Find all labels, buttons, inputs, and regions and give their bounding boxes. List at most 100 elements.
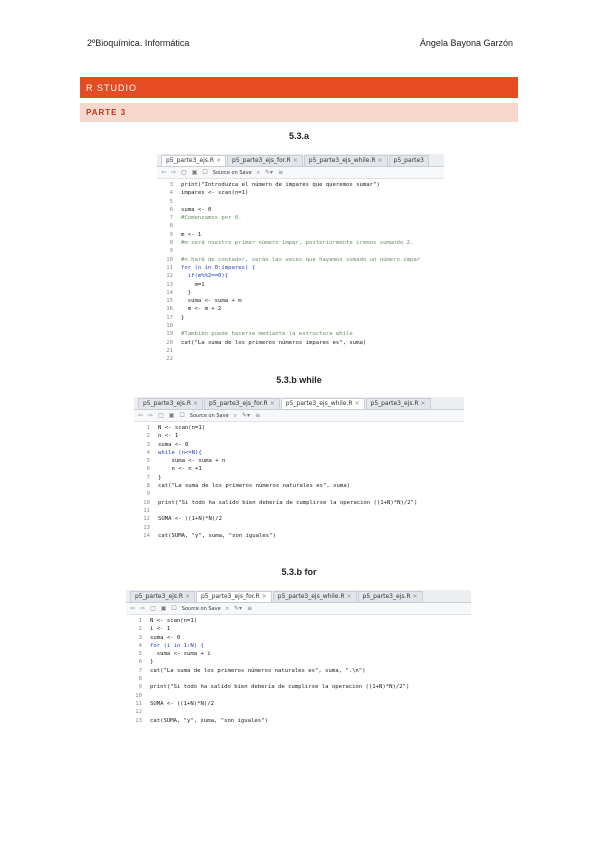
show-in-window-icon[interactable]: ▢ (181, 169, 187, 176)
line-number: 1 (138, 618, 142, 624)
document-outline-icon[interactable]: ≡ (255, 412, 260, 419)
code-line: 7 cat("La suma de los primeros números na… (126, 667, 471, 675)
line-number: 16 (166, 306, 173, 313)
code-text: #Comenzamos por 0. (181, 215, 242, 222)
line-number: 3 (169, 182, 173, 188)
search-icon[interactable]: ⌕ (234, 412, 237, 420)
section-subtitle-band: PARTE 3 (80, 103, 518, 122)
code-text: suma <- suma + n (158, 458, 226, 465)
code-line: 8 (126, 675, 471, 683)
code-text: suma <- 0 (150, 634, 181, 641)
code-text: SUMA <- ((1+N)*N)/2 (158, 516, 222, 523)
document-outline-icon[interactable]: ≡ (278, 169, 283, 176)
editor-tab[interactable]: p5_parte3_ejs_for.R × (227, 155, 303, 166)
header-author: Ángela Bayona Garzón (419, 38, 513, 48)
code-line: 3 suma <- 0 (134, 441, 464, 449)
line-number: 6 (169, 206, 173, 213)
line-number: 8 (146, 483, 150, 490)
search-icon[interactable]: ⌕ (226, 605, 229, 613)
editor-tab[interactable]: p5_parte3_ejs.R × (365, 398, 431, 409)
code-line: 13 (134, 524, 464, 532)
code-tools-icon[interactable]: ✎▾ (265, 169, 273, 176)
code-line: 4 for (i in 1:N) { (126, 642, 471, 650)
code-area[interactable]: 1 N <- scan(n=1) 2 i <- 1 3 suma <- 0 4 for (i … (126, 615, 471, 725)
line-number: 5 (138, 651, 142, 658)
close-icon[interactable]: × (185, 593, 190, 600)
section-title: R STUDIO (86, 82, 138, 93)
code-text: n <- n +1 (158, 466, 202, 473)
editor-tab[interactable]: p5_parte3 (388, 155, 429, 166)
editor-tab[interactable]: p5_parte3_ejs.R × (357, 591, 423, 602)
code-line: 8 (157, 222, 444, 230)
source-on-save-checkbox[interactable]: ☐ (202, 169, 207, 176)
code-text: i <- 1 (150, 626, 171, 633)
code-text: cat(SUMA, "y", suma, "son iguales") (150, 717, 268, 724)
close-icon[interactable]: × (193, 400, 198, 407)
close-icon[interactable]: × (270, 400, 275, 407)
code-area[interactable]: 1 N <- scan(n=1) 2 n <- 1 3 suma <- 0 4 while (… (134, 422, 464, 540)
source-on-save-checkbox[interactable]: ☐ (179, 412, 184, 419)
code-text: #También puede hacerse mediante la estru… (181, 331, 353, 338)
code-line: 16 m <- m + 2 (157, 305, 444, 313)
line-number: 10 (143, 499, 150, 506)
editor-tab[interactable]: p5_parte3_ejs.R × (130, 591, 196, 602)
code-line: 9 (134, 490, 464, 498)
show-in-window-icon[interactable]: ▢ (150, 605, 156, 612)
close-icon[interactable]: × (262, 593, 267, 600)
code-text: SUMA <- ((1+N)*N)/2 (150, 700, 214, 707)
code-line: 6 n <- n +1 (134, 465, 464, 473)
editor-tab[interactable]: p5_parte3_ejs_while.R × (280, 398, 365, 409)
editor-tab[interactable]: p5_parte3_ejs.R × (138, 398, 204, 409)
source-on-save-checkbox[interactable]: ☐ (171, 605, 176, 612)
source-on-save-label: Source on Save (181, 605, 221, 612)
back-arrow-icon[interactable]: ⇦ (161, 169, 166, 176)
line-number: 7 (169, 215, 173, 222)
line-number: 5 (146, 458, 150, 465)
editor-tab[interactable]: p5_parte3_ejs_for.R × (204, 398, 280, 409)
code-line: 3 suma <- 0 (126, 634, 471, 642)
code-line: 5 suma <- suma + i (126, 650, 471, 658)
back-arrow-icon[interactable]: ⇦ (130, 605, 135, 612)
line-number: 8 (138, 676, 142, 683)
code-area[interactable]: 3 print("Introduzca el número de impares … (157, 179, 444, 360)
code-text: suma <- suma + m (181, 298, 242, 305)
search-icon[interactable]: ⌕ (257, 169, 260, 177)
editor-tab[interactable]: p5_parte3_ejs_while.R × (303, 155, 388, 166)
editor-tabs: p5_parte3_ejs.R × p5_parte3_ejs_for.R × p5… (157, 154, 444, 167)
show-in-window-icon[interactable]: ▢ (158, 412, 164, 419)
forward-arrow-icon[interactable]: ⇨ (140, 605, 145, 612)
forward-arrow-icon[interactable]: ⇨ (148, 412, 153, 419)
code-line: 13 m=1 (157, 281, 444, 289)
code-line: 10 (126, 692, 471, 700)
rstudio-screenshot-1: p5_parte3_ejs.R × p5_parte3_ejs_for.R × p5… (157, 154, 444, 360)
forward-arrow-icon[interactable]: ⇨ (171, 169, 176, 176)
close-icon[interactable]: × (216, 157, 221, 164)
code-tools-icon[interactable]: ✎▾ (234, 605, 242, 612)
line-number: 19 (166, 331, 173, 338)
back-arrow-icon[interactable]: ⇦ (138, 412, 143, 419)
source-on-save-label: Source on Save (212, 169, 252, 176)
line-number: 8 (169, 240, 173, 247)
close-icon[interactable]: × (413, 593, 418, 600)
document-outline-icon[interactable]: ≡ (247, 605, 252, 612)
line-number: 7 (146, 474, 150, 481)
line-number: 1 (146, 425, 150, 431)
editor-tab[interactable]: p5_parte3_ejs_while.R × (272, 591, 357, 602)
rstudio-screenshot-2: p5_parte3_ejs.R × p5_parte3_ejs_for.R × p5… (134, 397, 464, 551)
save-icon[interactable]: ▣ (161, 605, 167, 612)
close-icon[interactable]: × (421, 400, 426, 407)
line-number: 11 (135, 700, 142, 707)
save-icon[interactable]: ▣ (169, 412, 175, 419)
editor-tab[interactable]: p5_parte3_ejs.R × (161, 155, 227, 166)
code-text: N <- scan(n=1) (158, 425, 206, 431)
close-icon[interactable]: × (293, 157, 298, 164)
close-icon[interactable]: × (355, 400, 360, 407)
close-icon[interactable]: × (347, 593, 352, 600)
code-text: cat("La suma de los primeros números nat… (158, 483, 350, 490)
line-number: 17 (166, 314, 173, 321)
save-icon[interactable]: ▣ (192, 169, 198, 176)
code-line: 12 if(m%%2==0){ (157, 272, 444, 280)
code-tools-icon[interactable]: ✎▾ (242, 412, 250, 419)
close-icon[interactable]: × (378, 157, 383, 164)
editor-tab[interactable]: p5_parte3_ejs_for.R × (196, 591, 272, 602)
